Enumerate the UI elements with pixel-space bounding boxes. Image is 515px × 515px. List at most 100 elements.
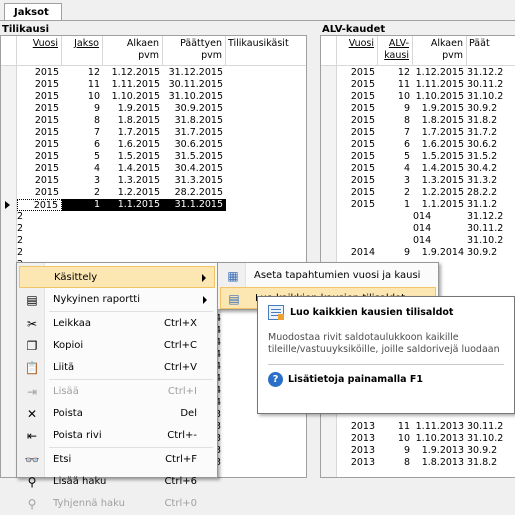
cell: 2015: [350, 175, 375, 186]
cell: 1.7.2015: [117, 127, 160, 138]
col-header-vuosi[interactable]: Vuosi: [17, 36, 62, 66]
cell: 1.9.2015: [421, 103, 464, 114]
cell: 2015: [350, 91, 375, 102]
table-row[interactable]: 2: [1, 211, 306, 223]
table-row[interactable]: 2: [1, 235, 306, 247]
cell: 1.4.2015: [421, 163, 464, 174]
menu-item-shortcut: Ctrl+C: [163, 340, 197, 351]
table-row[interactable]: 2015 1 1.1.2015 31.1.2: [321, 199, 515, 211]
cell: 2015: [350, 103, 375, 114]
table-row[interactable]: 2015 3 1.3.2015 31.3.2: [321, 175, 515, 187]
col-header-jakso[interactable]: Jakso: [62, 36, 103, 66]
table-row[interactable]: 2015 9 1.9.2015 30.9.2015: [1, 103, 306, 115]
col-header-vuosi[interactable]: Vuosi: [337, 36, 378, 66]
table-row[interactable]: 2015 10 1.10.2015 31.10.2015: [1, 91, 306, 103]
table-row[interactable]: 2015 5 1.5.2015 31.5.2015: [1, 151, 306, 163]
col-header-paattyen[interactable]: Päät: [467, 36, 515, 66]
cell: 31.8.2: [467, 457, 498, 468]
cell: 2015: [350, 199, 375, 210]
table-row[interactable]: 2015 11 1.11.2015 30.11.2: [321, 79, 515, 91]
menu-item-kopioi[interactable]: ❐ Kopioi Ctrl+C: [19, 335, 215, 357]
table-row[interactable]: 2015 10 1.10.2015 31.10.2: [321, 91, 515, 103]
cell: 30.6.2015: [174, 139, 223, 150]
table-row[interactable]: 2015 12 1.12.2015 31.12.2015: [1, 67, 306, 79]
table-row[interactable]: 014 30.11.2: [321, 223, 515, 235]
cell: 8: [93, 115, 100, 126]
alv-grid-header: Vuosi ALV-kausi Alkaen pvm Päät: [321, 36, 515, 66]
table-row[interactable]: 2015 7 1.7.2015 31.7.2: [321, 127, 515, 139]
col-header-alkaen[interactable]: Alkaen pvm: [103, 36, 163, 66]
menu-item-liitä[interactable]: 📋 Liitä Ctrl+V: [19, 357, 215, 379]
menu-item-etsi[interactable]: 👓 Etsi Ctrl+F: [19, 449, 215, 471]
report-icon: ▤: [26, 293, 38, 307]
delete-row-icon: ⇤: [26, 429, 38, 443]
table-row[interactable]: 014 31.10.2: [321, 235, 515, 247]
table-row[interactable]: 2015 6 1.6.2015 30.6.2015: [1, 139, 306, 151]
table-row[interactable]: 2015 11 1.11.2015 30.11.2015: [1, 79, 306, 91]
table-row[interactable]: 2015 7 1.7.2015 31.7.2015: [1, 127, 306, 139]
tooltip-title: Luo kaikkien kausien tilisaldot: [268, 305, 504, 323]
table-row[interactable]: 2015 3 1.3.2015 31.3.2015: [1, 175, 306, 187]
table-row[interactable]: 2013 9 1.9.2013 30.9.2: [321, 445, 515, 457]
cell: 1.10.2015: [415, 91, 464, 102]
cell: 6: [403, 139, 410, 150]
table-row[interactable]: 014 31.12.2: [321, 211, 515, 223]
table-row[interactable]: 2014 9 1.9.2014 30.9.2: [321, 247, 515, 259]
cell: 1.11.2013: [415, 421, 464, 432]
table-row[interactable]: 2015 4 1.4.2015 30.4.2015: [1, 163, 306, 175]
cell: 30.11.2: [467, 223, 504, 234]
cell: 30.6.2: [467, 139, 498, 150]
tab-jaksot[interactable]: Jaksot: [4, 3, 62, 21]
table-row[interactable]: 2015 2 1.2.2015 28.2.2015: [1, 187, 306, 199]
menu-item-poista-rivi[interactable]: ⇤ Poista rivi Ctrl+-: [19, 425, 215, 447]
cell: 2015: [350, 67, 375, 78]
cell: 1.1.2015: [421, 199, 464, 210]
col-header-alv-kausi[interactable]: ALV-kausi: [378, 36, 413, 66]
submenu-item-set-year-period[interactable]: ▦ Aseta tapahtumien vuosi ja kausi: [220, 265, 436, 287]
cell: 2015: [34, 103, 59, 114]
table-row[interactable]: 2013 10 1.10.2013 31.10.2: [321, 433, 515, 445]
cell: 1.2.2015: [117, 187, 160, 198]
table-row[interactable]: 2015 8 1.8.2015 31.8.2: [321, 115, 515, 127]
menu-item-label: Liitä: [53, 362, 75, 373]
table-row[interactable]: 2015 6 1.6.2015 30.6.2: [321, 139, 515, 151]
cell: 2: [17, 211, 24, 222]
menu-item-shortcut: Ctrl+F: [165, 454, 197, 465]
table-row[interactable]: 2013 11 1.11.2013 30.11.2: [321, 421, 515, 433]
menu-separator: [49, 447, 213, 448]
table-row[interactable]: 2: [1, 223, 306, 235]
menu-item-leikkaa[interactable]: ✂ Leikkaa Ctrl+X: [19, 313, 215, 335]
cell: 28.2.2015: [174, 187, 223, 198]
cell: 30.4.2015: [174, 163, 223, 174]
menu-item-lisää-haku[interactable]: ⚲ Lisää haku Ctrl+6: [19, 471, 215, 493]
cell: 4: [403, 163, 410, 174]
table-row[interactable]: 2015 4 1.4.2015 30.4.2: [321, 163, 515, 175]
cell: 7: [93, 127, 100, 138]
table-row[interactable]: 2015 1 1.1.2015 31.1.2015: [1, 199, 306, 211]
cell: 10: [397, 433, 410, 444]
menu-item-shortcut: Ctrl+6: [164, 476, 197, 487]
cell: 31.8.2015: [174, 115, 223, 126]
menu-item-nykyinen-raportti[interactable]: ▤ Nykyinen raportti: [19, 289, 215, 311]
col-header-alkaen[interactable]: Alkaen pvm: [413, 36, 467, 66]
current-row-arrow-icon: [5, 201, 10, 209]
cell: 8: [403, 115, 410, 126]
cell: 1.8.2015: [421, 115, 464, 126]
cell: 2015: [350, 187, 375, 198]
menu-item-tyhjennä-haku[interactable]: ⚲ Tyhjennä haku Ctrl+0: [19, 493, 215, 515]
col-header-tilikausikasittely[interactable]: Tilikausikäsit: [226, 36, 306, 66]
cell: 31.7.2: [467, 127, 498, 138]
menu-item-poista[interactable]: ✕ Poista Del: [19, 403, 215, 425]
table-row[interactable]: 2015 12 1.12.2015 31.12.2: [321, 67, 515, 79]
table-row[interactable]: 2013 8 1.8.2013 31.8.2: [321, 457, 515, 469]
table-row[interactable]: 2015 8 1.8.2015 31.8.2015: [1, 115, 306, 127]
delete-x-icon: ✕: [26, 407, 38, 421]
tab-bar: Jaksot: [0, 0, 515, 21]
table-row[interactable]: 2015 2 1.2.2015 28.2.2: [321, 187, 515, 199]
table-row[interactable]: 2015 5 1.5.2015 31.5.2: [321, 151, 515, 163]
col-header-paattyen[interactable]: Päättyen pvm: [163, 36, 226, 66]
table-row[interactable]: 2015 9 1.9.2015 30.9.2: [321, 103, 515, 115]
menu-item-lisää[interactable]: ⇥ Lisää Ctrl+I: [19, 381, 215, 403]
menu-item-käsittely[interactable]: Käsittely: [19, 266, 215, 288]
table-row[interactable]: 2: [1, 247, 306, 259]
